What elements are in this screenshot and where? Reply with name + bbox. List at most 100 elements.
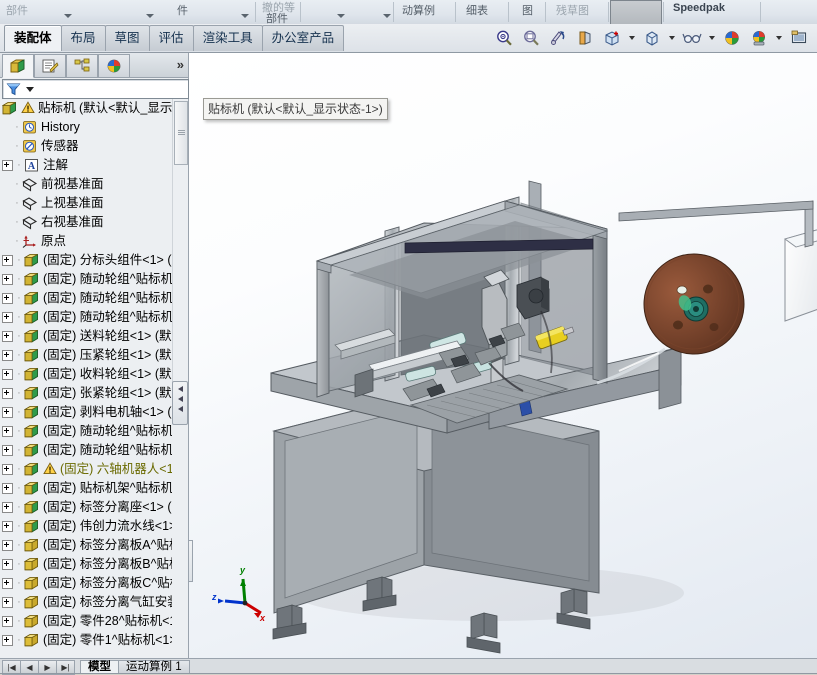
- tree-node[interactable]: · (固定) 张紧轮组<1> (默: [0, 384, 172, 403]
- tab-motion-study[interactable]: 运动算例 1: [118, 660, 190, 674]
- apply-scene-icon[interactable]: [720, 26, 744, 50]
- tree-scrollbar-thumb[interactable]: [174, 101, 188, 165]
- manager-tabs-overflow[interactable]: »: [177, 57, 184, 72]
- tree-node[interactable]: · (固定) 随动轮组^贴标机: [0, 308, 172, 327]
- tree-node[interactable]: · (固定) 送料轮组<1> (默: [0, 327, 172, 346]
- tree-expander-icon[interactable]: [2, 540, 13, 551]
- tab-sketch[interactable]: 草图: [104, 25, 150, 51]
- hide-show-items-icon[interactable]: [680, 26, 704, 50]
- ribbon-dropdown-caret-3[interactable]: [241, 14, 249, 18]
- tree-node[interactable]: · 传感器: [0, 137, 172, 156]
- tree-expander-icon[interactable]: [2, 293, 13, 304]
- tree-node[interactable]: · (固定) 贴标机架^贴标机: [0, 479, 172, 498]
- display-style-icon[interactable]: [640, 26, 664, 50]
- speedpak-button[interactable]: [610, 0, 662, 24]
- tree-node[interactable]: · (固定) 标签分离板C^贴标: [0, 574, 172, 593]
- tree-node[interactable]: · (固定) 剥料电机轴<1> (: [0, 403, 172, 422]
- feature-tree[interactable]: 贴标机 (默认<默认_显示状态-1>) · History · 传感器 · A 注解 · 前视基准…: [0, 99, 172, 649]
- tree-node[interactable]: · 原点: [0, 232, 172, 251]
- view-settings-icon[interactable]: [747, 26, 771, 50]
- tree-expander-icon[interactable]: [2, 255, 13, 266]
- tree-node[interactable]: · (固定) 收料轮组<1> (默: [0, 365, 172, 384]
- ribbon-dropdown-caret-1[interactable]: [64, 14, 72, 18]
- tab-model[interactable]: 模型: [80, 660, 119, 674]
- view-orientation-icon[interactable]: [600, 26, 624, 50]
- ribbon-dropdown-caret-4[interactable]: [337, 14, 345, 18]
- tree-expander-icon[interactable]: [2, 426, 13, 437]
- tree-node[interactable]: · A 注解: [0, 156, 172, 175]
- document-tabs: 模型 运动算例 1: [80, 660, 190, 674]
- tree-node[interactable]: · (固定) 标签分离座<1> (: [0, 498, 172, 517]
- tree-node[interactable]: · (固定) 随动轮组^贴标机: [0, 289, 172, 308]
- configuration-manager-tab[interactable]: [66, 54, 98, 78]
- tree-expander-icon[interactable]: [2, 369, 13, 380]
- tree-node[interactable]: · (固定) 随动轮组^贴标机: [0, 422, 172, 441]
- panel-splitter-handle[interactable]: [172, 381, 188, 425]
- feature-manager-tab[interactable]: [2, 54, 34, 78]
- section-view-icon[interactable]: [573, 26, 597, 50]
- zoom-to-area-icon[interactable]: [519, 26, 543, 50]
- part-icon: [23, 595, 40, 610]
- tree-filter-bar[interactable]: [2, 79, 189, 99]
- tree-expander-icon[interactable]: [2, 578, 13, 589]
- tree-node[interactable]: · (固定) 压紧轮组<1> (默: [0, 346, 172, 365]
- tree-expander-icon[interactable]: [2, 635, 13, 646]
- ribbon-dropdown-caret-5[interactable]: [383, 14, 391, 18]
- tree-scrollbar[interactable]: [172, 99, 188, 385]
- tree-node[interactable]: · (固定) 随动轮组^贴标机: [0, 270, 172, 289]
- tree-node[interactable]: · 前视基准面: [0, 175, 172, 194]
- view-settings-caret[interactable]: [776, 36, 782, 40]
- filter-dropdown-caret[interactable]: [26, 86, 34, 92]
- graphics-viewport[interactable]: 贴标机 (默认<默认_显示状态-1>) z y x: [189, 53, 817, 658]
- tree-node[interactable]: · (固定) 标签分离板B^贴标: [0, 555, 172, 574]
- display-manager-tab[interactable]: [98, 54, 130, 78]
- tree-expander-icon[interactable]: [2, 407, 13, 418]
- previous-view-icon[interactable]: [546, 26, 570, 50]
- tree-expander-icon[interactable]: [2, 464, 13, 475]
- tab-layout[interactable]: 布局: [60, 25, 106, 51]
- tree-node-root[interactable]: 贴标机 (默认<默认_显示状态-1>): [0, 99, 172, 118]
- ribbon-label-insert-components: 部件: [6, 5, 28, 17]
- tree-node[interactable]: · 右视基准面: [0, 213, 172, 232]
- tree-expander-icon[interactable]: [2, 312, 13, 323]
- tree-expander-icon[interactable]: [2, 274, 13, 285]
- hide-show-items-caret[interactable]: [709, 36, 715, 40]
- tree-expander-icon[interactable]: [2, 350, 13, 361]
- tree-expander-icon[interactable]: [2, 160, 13, 171]
- viewport-overflow-arrows[interactable]: [189, 540, 193, 582]
- tree-node[interactable]: · (固定) 标签分离板A^贴标: [0, 536, 172, 555]
- display-style-caret[interactable]: [669, 36, 675, 40]
- cad-model-labeling-machine[interactable]: [189, 53, 817, 658]
- zoom-to-fit-icon[interactable]: [492, 26, 516, 50]
- view-orientation-caret[interactable]: [629, 36, 635, 40]
- tree-node[interactable]: · (固定) 零件1^贴标机<1>: [0, 631, 172, 649]
- tree-expander-icon[interactable]: [2, 616, 13, 627]
- tree-expander-icon[interactable]: [2, 388, 13, 399]
- tree-node[interactable]: · (固定) 零件28^贴标机<1: [0, 612, 172, 631]
- tab-assembly[interactable]: 装配体: [4, 25, 62, 51]
- tree-expander-icon[interactable]: [2, 502, 13, 513]
- tree-expander-icon[interactable]: [2, 597, 13, 608]
- tree-expander-icon[interactable]: [2, 331, 13, 342]
- tree-node[interactable]: · (固定) 分标头组件<1> (默: [0, 251, 172, 270]
- viewport-layout-icon[interactable]: [787, 26, 811, 50]
- ribbon-label-bom: 细表: [466, 5, 488, 17]
- tree-node[interactable]: · 上视基准面: [0, 194, 172, 213]
- ribbon-dropdown-caret-2[interactable]: [146, 14, 154, 18]
- tree-node[interactable]: · (固定) 标签分离气缸安装: [0, 593, 172, 612]
- ribbon-label-motion-study: 动算例: [402, 5, 435, 17]
- property-manager-tab[interactable]: [34, 54, 66, 78]
- tree-expander-icon[interactable]: [2, 483, 13, 494]
- tree-expander-icon[interactable]: [2, 521, 13, 532]
- tab-office-products[interactable]: 办公室产品: [261, 25, 345, 51]
- tree-node[interactable]: · History: [0, 118, 172, 137]
- subassembly-icon: [23, 481, 40, 496]
- tree-node[interactable]: · (固定) 伟创力流水线<1>: [0, 517, 172, 536]
- subassembly-icon: [23, 500, 40, 515]
- tree-node[interactable]: · (固定) 六轴机器人<1: [0, 460, 172, 479]
- tree-expander-icon[interactable]: [2, 559, 13, 570]
- tree-node[interactable]: · (固定) 随动轮组^贴标机: [0, 441, 172, 460]
- tab-render-tools[interactable]: 渲染工具: [192, 25, 263, 51]
- tab-evaluate[interactable]: 评估: [148, 25, 194, 51]
- tree-expander-icon[interactable]: [2, 445, 13, 456]
